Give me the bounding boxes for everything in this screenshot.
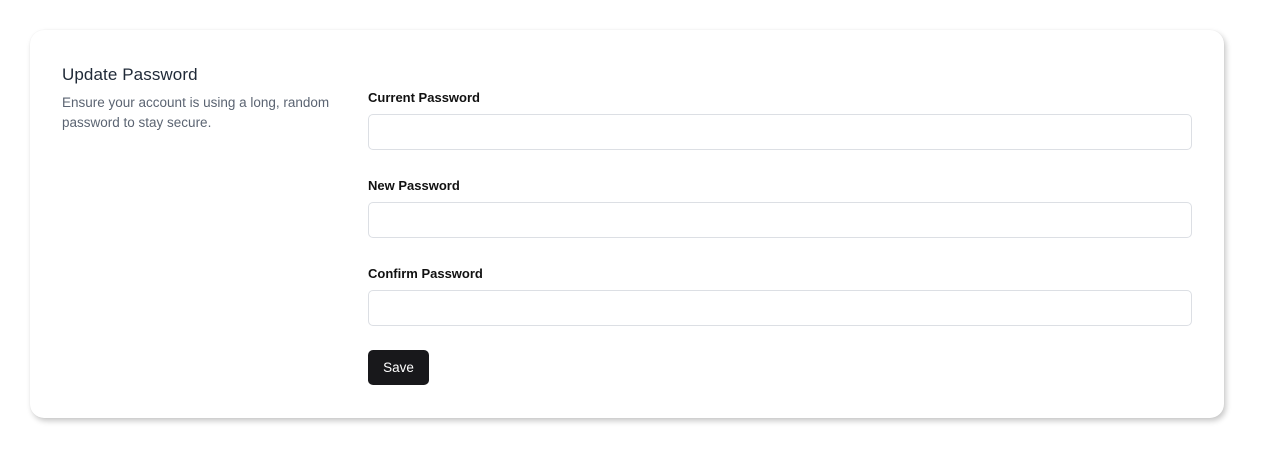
- new-password-input[interactable]: [368, 202, 1192, 238]
- update-password-card: Update Password Ensure your account is u…: [30, 30, 1224, 418]
- current-password-input[interactable]: [368, 114, 1192, 150]
- new-password-label: New Password: [368, 178, 460, 193]
- confirm-password-label: Confirm Password: [368, 266, 483, 281]
- confirm-password-input[interactable]: [368, 290, 1192, 326]
- current-password-label: Current Password: [368, 90, 480, 105]
- section-description: Ensure your account is using a long, ran…: [62, 95, 330, 130]
- section-title: Update Password: [62, 65, 198, 84]
- save-button[interactable]: Save: [368, 350, 429, 385]
